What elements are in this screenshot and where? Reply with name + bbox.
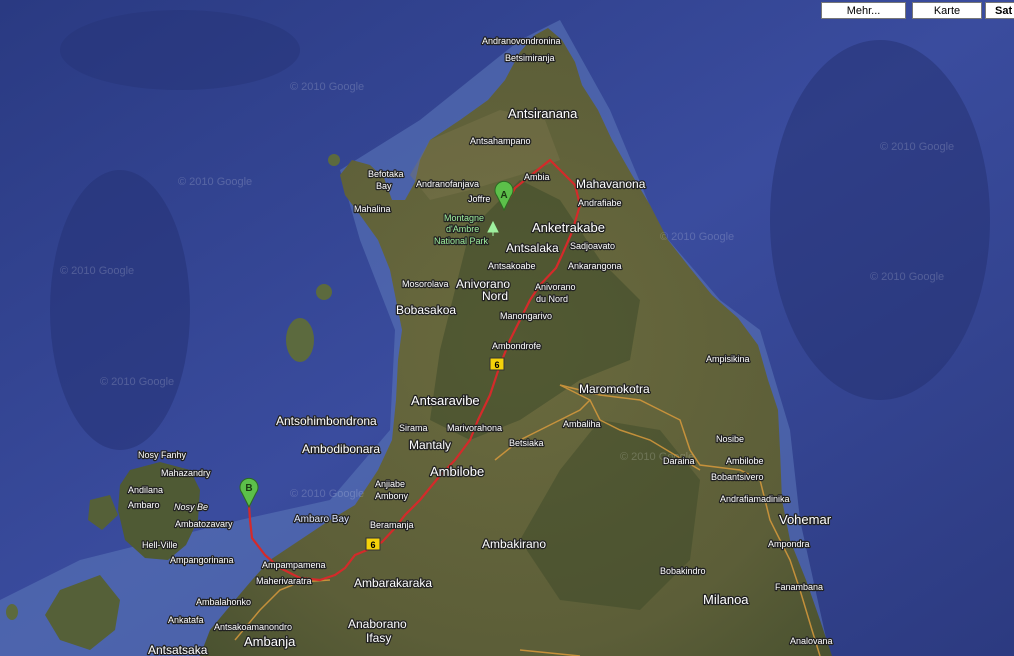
google-watermark: © 2010 Google: [290, 488, 364, 500]
map-type-map-button[interactable]: Karte: [912, 2, 982, 19]
place-label: Andranofanjava: [416, 179, 479, 189]
place-label: Ambatozavary: [175, 519, 233, 529]
place-label: Fanambana: [775, 582, 823, 592]
place-label: Antsatsaka: [148, 643, 208, 656]
place-label: Ambakirano: [482, 537, 546, 551]
place-label: Antsalaka: [506, 241, 559, 255]
place-label: Ambarakaraka: [354, 576, 432, 590]
place-label: Bobantsivero: [711, 472, 764, 482]
place-label: Marivorahona: [447, 423, 502, 433]
place-label: Anjiabe: [375, 479, 405, 489]
place-label: Daraina: [663, 456, 695, 466]
place-label: Bay: [376, 181, 392, 191]
place-label: Maherivaratra: [256, 576, 312, 586]
place-label: Ambaro: [128, 500, 160, 510]
place-label: Sirama: [399, 423, 428, 433]
place-label: Ambony: [375, 491, 409, 501]
place-label: Andranovondronina: [482, 36, 561, 46]
deep-water-shading: [60, 10, 300, 90]
satellite-map[interactable]: © 2010 Google © 2010 Google © 2010 Googl…: [0, 0, 1014, 656]
road-shield-6: 6: [489, 357, 505, 371]
place-label: Ampampamena: [262, 560, 326, 570]
place-label: Andrafiabe: [578, 198, 622, 208]
place-label: Antsakoabe: [488, 261, 536, 271]
island: [328, 154, 340, 166]
svg-text:A: A: [500, 190, 507, 201]
place-label: Ampondra: [768, 539, 810, 549]
place-label: Sadjoavato: [570, 241, 615, 251]
place-label: Ampisikina: [706, 354, 750, 364]
place-label: Ifasy: [366, 631, 391, 645]
place-label: Antsahampano: [470, 136, 531, 146]
place-label: Betsiaka: [509, 438, 544, 448]
place-label: Ambia: [524, 172, 550, 182]
place-label: Mahazandry: [161, 468, 211, 478]
water-label: Ambaro Bay: [294, 514, 349, 525]
place-label: Montagne: [444, 213, 484, 223]
place-label: d'Ambre: [446, 224, 479, 234]
place-label: Bobasakoa: [396, 303, 456, 317]
google-watermark: © 2010 Google: [178, 176, 252, 188]
place-label: Anketrakabe: [532, 220, 605, 235]
place-label: Ambilobe: [726, 456, 764, 466]
place-label: Ambanja: [244, 634, 296, 649]
place-label: Mosorolava: [402, 279, 449, 289]
place-label: Antsohimbondrona: [276, 414, 377, 428]
place-label: Mahavanona: [576, 177, 646, 191]
google-watermark: © 2010 Google: [870, 271, 944, 283]
place-label: du Nord: [536, 294, 568, 304]
place-label: Antsakoamanondro: [214, 622, 292, 632]
island: [6, 604, 18, 620]
map-type-satellite-button[interactable]: Sat: [985, 2, 1014, 19]
place-label: Nord: [482, 289, 508, 303]
svg-text:6: 6: [494, 360, 499, 370]
place-label: Ambalahonko: [196, 597, 251, 607]
place-label: Ambodibonara: [302, 442, 380, 456]
place-label: Ambaliha: [563, 419, 601, 429]
place-label: Hell-Ville: [142, 540, 177, 550]
place-label: Analovana: [790, 636, 833, 646]
place-label: Andrafiamadinika: [720, 494, 790, 504]
place-label: Nosy Be: [174, 502, 208, 512]
place-label: Ankatafa: [168, 615, 204, 625]
more-button[interactable]: Mehr...: [821, 2, 906, 19]
place-label: Bobakindro: [660, 566, 706, 576]
google-watermark: © 2010 Google: [290, 81, 364, 93]
place-label: Nosibe: [716, 434, 744, 444]
place-label: National Park: [434, 236, 489, 246]
island: [286, 318, 314, 362]
deep-water-shading: [770, 40, 990, 400]
place-label: Ankarangona: [568, 261, 622, 271]
place-label: Manongarivo: [500, 311, 552, 321]
place-label: Milanoa: [703, 592, 749, 607]
place-label: Nosy Fanhy: [138, 450, 187, 460]
place-label: Mantaly: [409, 438, 451, 452]
place-label: Antsiranana: [508, 106, 578, 121]
place-label: Antsaravibe: [411, 393, 480, 408]
place-label: Befotaka: [368, 169, 404, 179]
place-label: Ampangorinana: [170, 555, 234, 565]
place-label: Mahalina: [354, 204, 391, 214]
place-label: Beramanja: [370, 520, 414, 530]
svg-text:B: B: [245, 483, 252, 494]
google-watermark: © 2010 Google: [60, 265, 134, 277]
place-label: Vohemar: [779, 512, 832, 527]
place-label: Andilana: [128, 485, 163, 495]
place-label: Joffre: [468, 194, 490, 204]
google-watermark: © 2010 Google: [660, 231, 734, 243]
road-shield-6: 6: [365, 537, 381, 551]
place-label: Ambondrofe: [492, 341, 541, 351]
place-label: Anaborano: [348, 617, 407, 631]
svg-text:6: 6: [370, 540, 375, 550]
place-label: Anivorano: [535, 282, 576, 292]
place-label: Maromokotra: [579, 382, 650, 396]
google-watermark: © 2010 Google: [880, 141, 954, 153]
place-label: Ambilobe: [430, 464, 484, 479]
deep-water-shading: [50, 170, 190, 450]
google-watermark: © 2010 Google: [100, 376, 174, 388]
place-label: Betsimiranja: [505, 53, 555, 63]
island: [316, 284, 332, 300]
